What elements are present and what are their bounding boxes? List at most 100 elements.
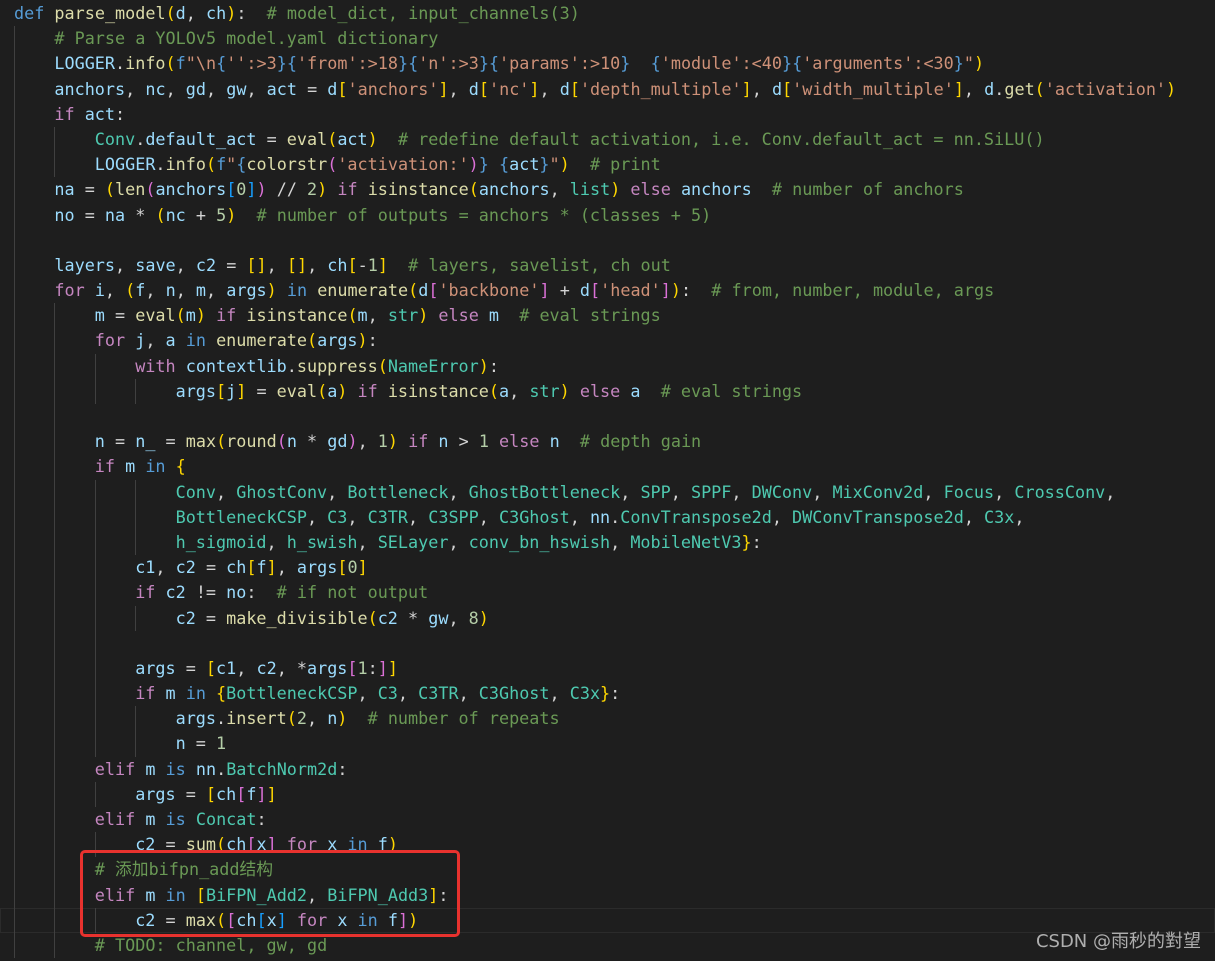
code-line[interactable]: # Parse a YOLOv5 model.yaml dictionary bbox=[0, 26, 1215, 52]
code-token: ) bbox=[226, 204, 237, 225]
code-token: . bbox=[135, 128, 146, 149]
code-line[interactable]: # 添加bifpn_add结构 bbox=[0, 857, 1215, 883]
code-token: [ bbox=[256, 909, 267, 930]
code-line[interactable]: # TODO: channel, gw, gd bbox=[0, 932, 1215, 959]
code-token: = bbox=[155, 909, 186, 930]
code-line[interactable]: Conv.default_act = eval(act) # redefine … bbox=[0, 126, 1215, 153]
code-token: , bbox=[206, 280, 227, 301]
code-content: elif m is nn.BatchNorm2d: bbox=[14, 758, 348, 779]
code-token: ) bbox=[337, 380, 348, 401]
code-line[interactable]: LOGGER.info(f"{colorstr('activation:')} … bbox=[0, 152, 1215, 178]
code-token: = bbox=[74, 179, 105, 200]
code-token: max bbox=[185, 909, 217, 930]
code-token: ) bbox=[317, 179, 328, 200]
indent-guide bbox=[14, 353, 15, 379]
code-line[interactable] bbox=[0, 404, 1215, 430]
code-token: , bbox=[478, 506, 499, 527]
code-content: # 添加bifpn_add结构 bbox=[14, 859, 273, 879]
code-content: no = na * (nc + 5) # number of outputs =… bbox=[14, 205, 711, 225]
code-token: BottleneckCSP bbox=[226, 683, 358, 704]
code-line[interactable]: n = 1 bbox=[0, 731, 1215, 757]
indent-guide bbox=[54, 756, 56, 782]
code-line[interactable]: args.insert(2, n) # number of repeats bbox=[0, 706, 1215, 732]
code-line[interactable]: if act: bbox=[0, 101, 1215, 127]
code-line[interactable]: n = n_ = max(round(n * gd), 1) if n > 1 … bbox=[0, 429, 1215, 455]
code-line[interactable]: if m in { bbox=[0, 454, 1215, 480]
code-token: c2 bbox=[135, 909, 156, 930]
code-content: def parse_model(d, ch): # model_dict, in… bbox=[14, 3, 580, 23]
code-token: ] bbox=[428, 884, 439, 905]
code-line[interactable]: c2 = max([ch[x] for x in f]) bbox=[0, 907, 1215, 933]
code-token: , bbox=[448, 78, 469, 99]
code-line[interactable]: layers, save, c2 = [], [], ch[-1] # laye… bbox=[0, 252, 1215, 279]
code-token: , bbox=[246, 78, 267, 99]
code-line[interactable]: h_sigmoid, h_swish, SELayer, conv_bn_hsw… bbox=[0, 529, 1215, 556]
code-content: # Parse a YOLOv5 model.yaml dictionary bbox=[14, 28, 438, 48]
code-editor[interactable]: def parse_model(d, ch): # model_dict, in… bbox=[0, 0, 1215, 961]
code-token: , bbox=[549, 683, 570, 704]
code-token: d bbox=[984, 78, 995, 99]
code-token: 'module':<40 bbox=[660, 53, 782, 74]
code-line[interactable]: args = [c1, c2, *args[1:]] bbox=[0, 655, 1215, 682]
code-token: m bbox=[145, 884, 156, 905]
code-line[interactable]: if m in {BottleneckCSP, C3, C3TR, C3Ghos… bbox=[0, 681, 1215, 707]
code-content: elif m in [BiFPN_Add2, BiFPN_Add3]: bbox=[14, 885, 449, 905]
code-token: sum bbox=[185, 834, 217, 855]
code-line[interactable]: na = (len(anchors[0]) // 2) if isinstanc… bbox=[0, 177, 1215, 203]
code-token: ( bbox=[307, 330, 318, 351]
code-token: in bbox=[175, 683, 217, 704]
code-line[interactable]: elif m in [BiFPN_Add2, BiFPN_Add3]: bbox=[0, 882, 1215, 908]
code-line[interactable]: Conv, GhostConv, Bottleneck, GhostBottle… bbox=[0, 479, 1215, 505]
code-token: BatchNorm2d bbox=[226, 758, 338, 779]
code-token: 8 bbox=[468, 607, 479, 628]
code-line[interactable]: elif m is nn.BatchNorm2d: bbox=[0, 756, 1215, 782]
code-token: ) bbox=[347, 431, 358, 452]
code-line[interactable]: elif m is Concat: bbox=[0, 807, 1215, 833]
code-line[interactable]: BottleneckCSP, C3, C3TR, C3SPP, C3Ghost,… bbox=[0, 504, 1215, 530]
code-token: n_ bbox=[135, 431, 156, 452]
code-line[interactable]: m = eval(m) if isinstance(m, str) else m… bbox=[0, 303, 1215, 329]
code-token: { bbox=[650, 53, 661, 74]
code-token: , bbox=[347, 506, 368, 527]
code-token: nn bbox=[195, 758, 217, 779]
code-token: if bbox=[398, 431, 439, 452]
code-token: 'nc' bbox=[488, 78, 530, 99]
code-line[interactable]: def parse_model(d, ch): # model_dict, in… bbox=[0, 1, 1215, 26]
code-token: , bbox=[620, 481, 641, 502]
code-token: str bbox=[529, 380, 560, 401]
code-line[interactable]: if c2 != no: # if not output bbox=[0, 580, 1215, 606]
code-line[interactable]: for i, (f, n, m, args) in enumerate(d['b… bbox=[0, 278, 1215, 304]
code-token: , bbox=[185, 3, 206, 23]
code-token: c2 bbox=[135, 834, 156, 855]
indent-guide bbox=[14, 101, 15, 127]
code-token: , bbox=[216, 481, 237, 502]
code-line[interactable]: c1, c2 = ch[f], args[0] bbox=[0, 555, 1215, 581]
code-token: '':>3 bbox=[226, 53, 277, 74]
code-line[interactable]: anchors, nc, gd, gw, act = d['anchors'],… bbox=[0, 76, 1215, 102]
code-token: } bbox=[539, 154, 550, 175]
code-line[interactable]: no = na * (nc + 5) # number of outputs =… bbox=[0, 202, 1215, 228]
code-line[interactable]: args = [ch[f]] bbox=[0, 781, 1215, 807]
code-line[interactable] bbox=[0, 630, 1215, 656]
code-token: m bbox=[357, 305, 368, 326]
code-line[interactable] bbox=[0, 227, 1215, 253]
code-line[interactable]: c2 = sum(ch[x] for x in f) bbox=[0, 832, 1215, 858]
code-line[interactable]: LOGGER.info(f"\n{'':>3}{'from':>18}{'n':… bbox=[0, 51, 1215, 77]
code-content: c2 = make_divisible(c2 * gw, 8) bbox=[14, 608, 489, 628]
code-token: , bbox=[175, 280, 196, 301]
code-token: , bbox=[125, 78, 146, 99]
code-content: anchors, nc, gd, gw, act = d['anchors'],… bbox=[14, 79, 1176, 99]
code-line[interactable]: with contextlib.suppress(NameError): bbox=[0, 353, 1215, 379]
code-token: anchors bbox=[680, 179, 752, 200]
code-line[interactable]: c2 = make_divisible(c2 * gw, 8) bbox=[0, 605, 1215, 631]
code-token: contextlib bbox=[185, 355, 287, 376]
code-content: layers, save, c2 = [], [], ch[-1] # laye… bbox=[14, 254, 670, 275]
code-token: na bbox=[54, 179, 75, 200]
code-line[interactable]: args[j] = eval(a) if isinstance(a, str) … bbox=[0, 378, 1215, 404]
code-token: ch bbox=[327, 254, 348, 275]
code-token: ( bbox=[165, 53, 176, 74]
code-token: ch bbox=[226, 834, 247, 855]
code-token: c1 bbox=[216, 657, 237, 678]
code-line[interactable]: for j, a in enumerate(args): bbox=[0, 328, 1215, 354]
code-token: ( bbox=[327, 128, 338, 149]
